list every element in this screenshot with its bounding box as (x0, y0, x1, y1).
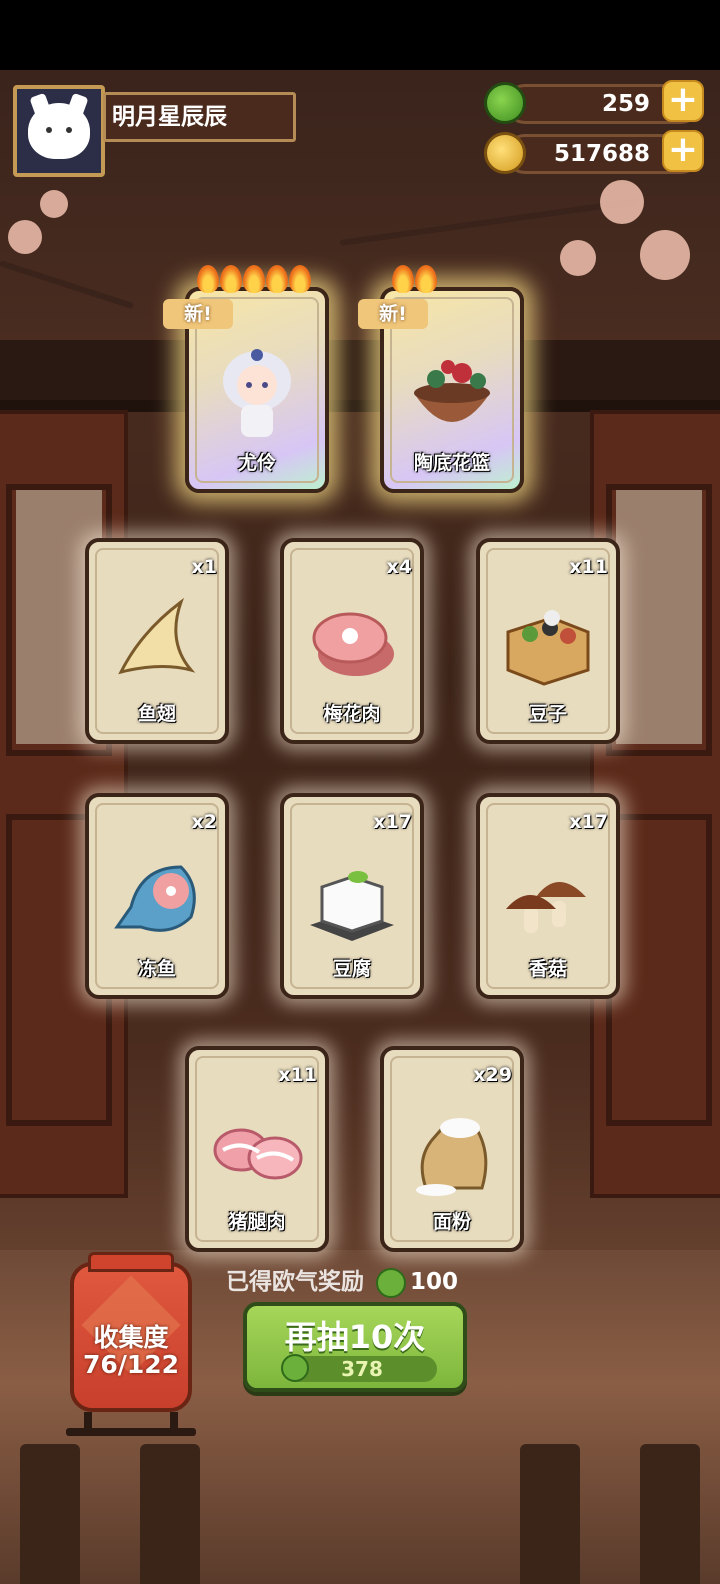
rarity-flames (197, 265, 311, 293)
coin-value: 517688 (553, 141, 650, 167)
blossom (600, 180, 644, 224)
item-count: x2 (191, 811, 217, 833)
item-card[interactable]: 新! 尤伶 (163, 265, 329, 493)
collection-label: 收集度 (93, 1323, 169, 1352)
blossom-branch (339, 198, 638, 246)
blossom (40, 190, 68, 218)
item-name: 陶底花篮 (413, 452, 490, 474)
green-gem-icon (376, 1267, 406, 1298)
item-name: 冻鱼 (137, 958, 176, 980)
gold-coin-icon (484, 132, 526, 174)
pork-leg-icon (211, 1100, 303, 1200)
new-badge: 新! (163, 299, 233, 329)
item-name: 梅花肉 (323, 703, 381, 725)
item-count: x11 (278, 1064, 317, 1086)
item-name: 面粉 (432, 1211, 471, 1233)
reward-value: 100 (410, 1269, 459, 1295)
new-badge: 新! (358, 299, 428, 329)
item-card[interactable]: x1 鱼翅 (85, 538, 229, 744)
draw-cost: 378 (287, 1356, 437, 1382)
item-card[interactable]: 新! 陶底花篮 (358, 265, 524, 493)
fence-post (640, 1444, 700, 1584)
green-gem-icon (281, 1354, 309, 1382)
item-count: x11 (569, 556, 608, 578)
shark-fin-icon (111, 592, 203, 692)
item-card[interactable]: x2 冻鱼 (85, 793, 229, 999)
green-gem-icon (484, 82, 526, 124)
fence-post (140, 1444, 200, 1584)
blossom-branch (0, 260, 135, 310)
add-gem-button[interactable]: + (662, 80, 704, 122)
item-count: x17 (373, 811, 412, 833)
item-card[interactable]: x17 豆腐 (280, 793, 424, 999)
item-count: x29 (473, 1064, 512, 1086)
item-count: x4 (386, 556, 412, 578)
gem-value: 259 (601, 91, 650, 117)
cat-avatar-icon (28, 103, 90, 159)
fence-post (20, 1444, 80, 1584)
character-icon (211, 341, 303, 441)
reward-label: 已得欧气奖励 (226, 1269, 364, 1295)
item-card[interactable]: x11 猪腿肉 (185, 1046, 329, 1252)
draw-again-button[interactable]: 再抽10次 378 (243, 1302, 467, 1392)
lantern-stand (66, 1412, 196, 1436)
blossom (8, 220, 42, 254)
flame-icon (243, 265, 265, 293)
flame-icon (220, 265, 242, 293)
item-name: 豆腐 (332, 958, 371, 980)
collection-progress: 76/122 (82, 1350, 180, 1379)
reward-line: 已得欧气奖励 100 (226, 1264, 486, 1300)
add-coin-button[interactable]: + (662, 130, 704, 172)
flame-icon (197, 265, 219, 293)
beans-box-icon (502, 592, 594, 692)
flame-icon (415, 265, 437, 293)
flame-icon (266, 265, 288, 293)
blossom (560, 240, 596, 276)
mushroom-icon (502, 847, 594, 947)
roof-beam (0, 340, 720, 400)
item-count: x1 (191, 556, 217, 578)
item-name: 鱼翅 (137, 703, 176, 725)
pork-shoulder-icon (306, 592, 398, 692)
item-card[interactable]: x29 面粉 (380, 1046, 524, 1252)
blossom (640, 230, 690, 280)
lantern-cap (88, 1252, 174, 1272)
flower-basket-icon (406, 341, 498, 441)
fence-post (520, 1444, 580, 1584)
item-card[interactable]: x11 豆子 (476, 538, 620, 744)
collection-lantern[interactable]: 收集度 76/122 (70, 1252, 192, 1412)
draw-again-label: 再抽10次 (284, 1318, 426, 1356)
frozen-fish-icon (111, 847, 203, 947)
item-name: 尤伶 (237, 452, 276, 474)
rarity-flames (392, 265, 437, 293)
item-card[interactable]: x4 梅花肉 (280, 538, 424, 744)
flame-icon (289, 265, 311, 293)
avatar[interactable] (13, 85, 105, 177)
item-name: 香菇 (528, 958, 567, 980)
flame-icon (392, 265, 414, 293)
item-name: 豆子 (528, 703, 567, 725)
item-name: 猪腿肉 (228, 1211, 286, 1233)
item-card[interactable]: x17 香菇 (476, 793, 620, 999)
tofu-icon (306, 847, 398, 947)
player-name: 明月星辰辰 (103, 92, 296, 142)
flour-sack-icon (406, 1100, 498, 1200)
item-count: x17 (569, 811, 608, 833)
